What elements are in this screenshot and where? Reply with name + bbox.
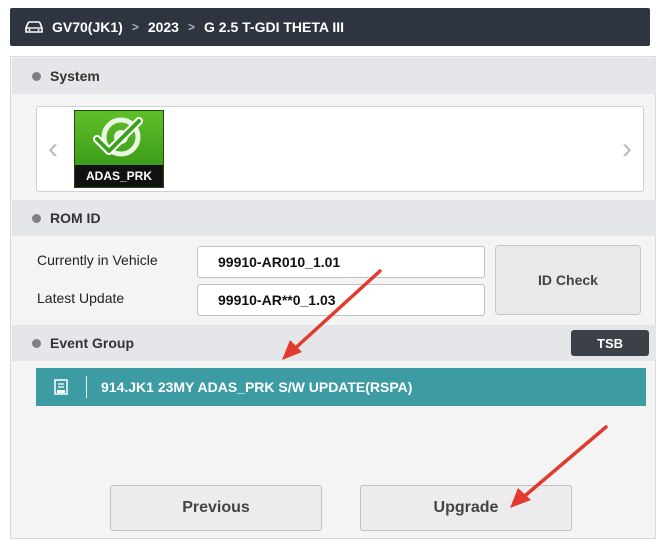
latest-update-label: Latest Update [37,290,125,306]
system-title: System [50,68,100,84]
event-group-header: Event Group [12,325,656,361]
chevron-right-icon[interactable]: › [622,134,632,164]
system-tile-adas-prk[interactable]: ADAS_PRK [74,110,164,188]
bullet-icon [32,213,41,223]
current-vehicle-label: Currently in Vehicle [37,252,158,268]
main-panel: System ‹ ADAS_PRK › ROM ID Currently in … [10,56,656,539]
divider [86,376,87,398]
breadcrumb: GV70(JK1) > 2023 > G 2.5 T-GDI THETA III [10,8,650,46]
system-section-header: System [12,58,656,94]
system-tile-label: ADAS_PRK [75,165,163,187]
breadcrumb-year[interactable]: 2023 [148,19,179,35]
tsb-button[interactable]: TSB [571,330,649,356]
car-icon [25,21,43,33]
system-carousel: ‹ ADAS_PRK › [36,106,644,192]
upgrade-button[interactable]: Upgrade [360,485,572,531]
rom-title: ROM ID [50,210,101,226]
event-group-title: Event Group [50,335,135,351]
breadcrumb-separator-icon: > [187,20,195,34]
rom-section-header: ROM ID [12,200,656,236]
bullet-icon [32,71,41,81]
document-icon [54,379,68,395]
previous-button[interactable]: Previous [110,485,322,531]
breadcrumb-engine[interactable]: G 2.5 T-GDI THETA III [204,19,344,35]
event-list-item[interactable]: 914.JK1 23MY ADAS_PRK S/W UPDATE(RSPA) [36,368,646,406]
current-rom-field: 99910-AR010_1.01 [197,246,485,278]
bullet-icon [32,338,41,348]
adas-check-icon [93,117,143,157]
breadcrumb-model[interactable]: GV70(JK1) [52,19,123,35]
latest-rom-field: 99910-AR**0_1.03 [197,284,485,316]
chevron-left-icon[interactable]: ‹ [48,134,58,164]
breadcrumb-separator-icon: > [131,20,139,34]
id-check-button[interactable]: ID Check [495,245,641,315]
event-item-text: 914.JK1 23MY ADAS_PRK S/W UPDATE(RSPA) [101,379,413,395]
